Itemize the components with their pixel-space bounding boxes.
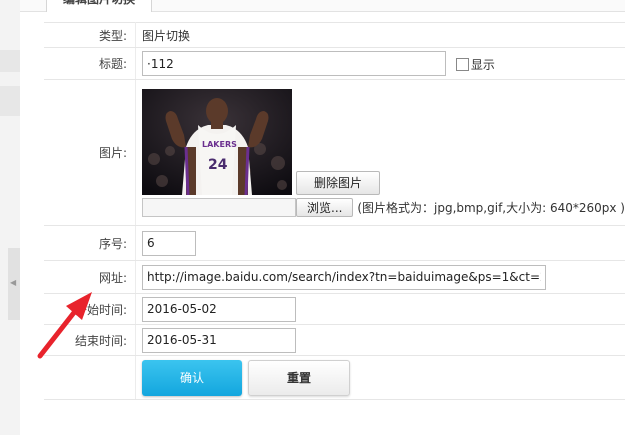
image-format-hint: (图片格式为：jpg,bmp,gif,大小为: 640*260px ) bbox=[357, 200, 625, 215]
show-checkbox-label[interactable]: 显示 bbox=[455, 56, 495, 73]
sidebar-band bbox=[0, 50, 20, 72]
row-type: 类型: 图片切换 bbox=[44, 22, 625, 48]
reset-button[interactable]: 重置 bbox=[248, 359, 351, 396]
sidebar-collapse-handle[interactable]: ◀ bbox=[8, 248, 20, 320]
start-time-label: 开始时间: bbox=[44, 293, 136, 325]
show-text: 显示 bbox=[470, 57, 495, 72]
end-time-input[interactable] bbox=[142, 327, 297, 353]
sidebar-band bbox=[0, 86, 20, 116]
row-end-time: 结束时间: bbox=[44, 324, 625, 356]
row-actions: 确认 重置 bbox=[44, 355, 625, 400]
start-time-input[interactable] bbox=[142, 296, 297, 322]
slide-image-preview: LAKERS 24 bbox=[142, 88, 293, 195]
url-input[interactable] bbox=[142, 264, 547, 290]
image-label: 图片: bbox=[44, 79, 136, 226]
row-title: 标题: 显示 bbox=[44, 47, 625, 80]
confirm-button[interactable]: 确认 bbox=[142, 359, 243, 396]
order-input[interactable] bbox=[142, 230, 197, 256]
row-start-time: 开始时间: bbox=[44, 293, 625, 325]
title-input[interactable] bbox=[142, 51, 447, 76]
edit-form: 类型: 图片切换 标题: 显示 图片: bbox=[44, 22, 625, 400]
svg-text:24: 24 bbox=[208, 157, 228, 173]
type-value: 图片切换 bbox=[135, 22, 625, 48]
order-label: 序号: bbox=[44, 225, 136, 261]
show-checkbox[interactable] bbox=[455, 57, 469, 71]
type-label: 类型: bbox=[44, 22, 136, 48]
delete-image-button[interactable]: 删除图片 bbox=[296, 170, 381, 195]
chevron-left-icon: ◀ bbox=[10, 278, 17, 287]
row-order: 序号: bbox=[44, 225, 625, 261]
title-label: 标题: bbox=[44, 47, 136, 80]
row-url: 网址: bbox=[44, 260, 625, 294]
url-label: 网址: bbox=[44, 260, 136, 294]
file-path-input[interactable] bbox=[142, 197, 297, 217]
tab-bar: 编辑图片切换 bbox=[20, 0, 625, 12]
end-time-label: 结束时间: bbox=[44, 324, 136, 356]
tab-edit-slide[interactable]: 编辑图片切换 bbox=[46, 0, 153, 12]
browse-button[interactable]: 浏览... bbox=[296, 197, 354, 217]
left-sidebar-strip bbox=[0, 0, 20, 435]
row-image: 图片: LAKERS 24 删除图片 浏览... (图片格式为：jpg,bmp,… bbox=[44, 79, 625, 226]
svg-text:LAKERS: LAKERS bbox=[202, 140, 237, 149]
